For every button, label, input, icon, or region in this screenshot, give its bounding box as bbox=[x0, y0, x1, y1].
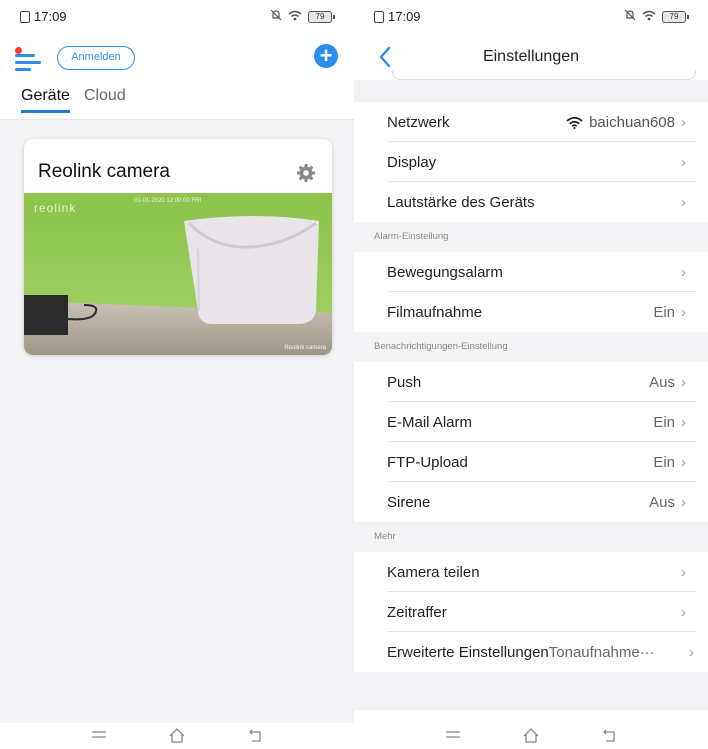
status-bar: 17:09 79 bbox=[354, 0, 708, 36]
chevron-right-icon: › bbox=[681, 263, 686, 281]
setting-value-text: Ein bbox=[653, 413, 675, 431]
setting-timelapse[interactable]: Zeitraffer › bbox=[354, 592, 708, 632]
setting-label: Sirene bbox=[387, 493, 431, 511]
nav-menu-icon[interactable] bbox=[444, 727, 462, 743]
setting-value: baichuan608 › bbox=[566, 114, 686, 131]
setting-display[interactable]: Display › bbox=[354, 142, 708, 182]
nav-back-icon[interactable] bbox=[246, 727, 264, 743]
setting-value-text: Ein bbox=[653, 303, 675, 321]
setting-email-alarm[interactable]: E-Mail Alarm Ein › bbox=[354, 402, 708, 442]
nav-menu-icon[interactable] bbox=[90, 727, 108, 743]
setting-value-text: Tonaufnahme··· bbox=[548, 643, 655, 661]
setting-advanced[interactable]: Erweiterte EinstellungenTonaufnahme··· › bbox=[354, 632, 708, 672]
camera-name: Reolink camera bbox=[38, 161, 170, 182]
setting-value: Aus › bbox=[649, 374, 686, 391]
devices-screen: 17:09 79 Anmelden + Geräte Cloud Reolink… bbox=[0, 0, 354, 749]
camera-card[interactable]: Reolink camera reolink 01-01-2020 12:00:… bbox=[24, 139, 332, 355]
setting-value-text: Aus bbox=[649, 373, 675, 391]
setting-label: Erweiterte Einstellungen bbox=[387, 643, 549, 661]
setting-ftp-upload[interactable]: FTP-Upload Ein › bbox=[354, 442, 708, 482]
scrolled-card-edge bbox=[392, 70, 696, 80]
tab-bar: Geräte Cloud bbox=[21, 87, 126, 113]
setting-share-camera[interactable]: Kamera teilen › bbox=[354, 552, 708, 592]
page-title: Einstellungen bbox=[482, 48, 580, 65]
setting-label: Display bbox=[387, 153, 437, 171]
setting-label: Kamera teilen bbox=[387, 563, 480, 581]
setting-value-text: Ein bbox=[653, 453, 675, 471]
network-name: baichuan608 bbox=[589, 113, 675, 131]
chevron-right-icon: › bbox=[681, 603, 686, 621]
chevron-right-icon: › bbox=[681, 493, 686, 511]
overlay-logo: reolink bbox=[34, 201, 77, 215]
setting-label: E-Mail Alarm bbox=[387, 413, 473, 431]
setting-motion-alarm[interactable]: Bewegungsalarm › bbox=[354, 252, 708, 292]
camera-preview[interactable]: reolink 01-01-2020 12:00:00 FRI Reolink … bbox=[24, 193, 332, 355]
status-time: 17:09 bbox=[20, 9, 67, 24]
notification-dot bbox=[15, 47, 22, 54]
setting-value: Ein › bbox=[653, 304, 686, 321]
section-alarm: Alarm-Einstellung bbox=[354, 222, 708, 252]
mute-icon bbox=[624, 9, 636, 24]
wifi-icon bbox=[566, 116, 583, 129]
setting-label: Zeitraffer bbox=[387, 603, 447, 621]
chevron-right-icon: › bbox=[681, 563, 686, 581]
overlay-camera-name: Reolink camera bbox=[284, 345, 326, 351]
chevron-right-icon: › bbox=[681, 153, 686, 171]
overlay-timestamp: 01-01-2020 12:00:00 FRI bbox=[134, 198, 202, 204]
tab-cloud[interactable]: Cloud bbox=[84, 87, 126, 113]
wifi-status-icon bbox=[288, 10, 302, 24]
gear-icon[interactable] bbox=[296, 163, 316, 183]
login-button[interactable]: Anmelden bbox=[57, 46, 135, 70]
setting-label: Filmaufnahme bbox=[387, 303, 483, 321]
battery-icon: 79 bbox=[662, 10, 689, 23]
chevron-right-icon: › bbox=[681, 113, 686, 131]
status-icons: 79 bbox=[270, 9, 335, 24]
setting-label: Lautstärke des Geräts bbox=[387, 193, 535, 211]
nav-home-icon[interactable] bbox=[522, 727, 540, 743]
setting-network[interactable]: Netzwerk baichuan608 › bbox=[354, 102, 708, 142]
status-icons: 79 bbox=[624, 9, 689, 24]
app-header: Anmelden + Geräte Cloud bbox=[0, 36, 354, 120]
status-time: 17:09 bbox=[374, 9, 421, 24]
setting-label: Bewegungsalarm bbox=[387, 263, 503, 281]
setting-siren[interactable]: Sirene Aus › bbox=[354, 482, 708, 522]
battery-icon: 79 bbox=[308, 10, 335, 23]
chevron-right-icon: › bbox=[681, 453, 686, 471]
section-more: Mehr bbox=[354, 522, 708, 552]
chevron-right-icon: › bbox=[681, 413, 686, 431]
wifi-status-icon bbox=[642, 10, 656, 24]
chevron-right-icon: › bbox=[681, 193, 686, 211]
status-bar: 17:09 79 bbox=[0, 0, 354, 36]
mute-icon bbox=[270, 9, 282, 24]
section-spacer bbox=[354, 672, 708, 710]
system-nav-bar bbox=[0, 723, 354, 749]
section-spacer bbox=[354, 80, 708, 102]
setting-value: Ein › bbox=[653, 454, 686, 471]
setting-value: Ein › bbox=[653, 414, 686, 431]
setting-volume[interactable]: Lautstärke des Geräts › bbox=[354, 182, 708, 222]
chevron-right-icon: › bbox=[681, 373, 686, 391]
setting-label: FTP-Upload bbox=[387, 453, 468, 471]
sim-icon bbox=[20, 10, 30, 23]
system-nav-bar bbox=[354, 723, 708, 749]
section-notifications: Benachrichtigungen-Einstellung bbox=[354, 332, 708, 362]
add-icon[interactable]: + bbox=[314, 44, 338, 68]
setting-label: Push bbox=[387, 373, 422, 391]
setting-label: Netzwerk bbox=[387, 113, 450, 131]
settings-list: Netzwerk baichuan608 › Display › Lautstä… bbox=[354, 80, 708, 749]
tab-devices[interactable]: Geräte bbox=[21, 87, 70, 113]
sim-icon bbox=[374, 10, 384, 23]
setting-value-text: Aus bbox=[649, 493, 675, 511]
setting-label-group: Erweiterte EinstellungenTonaufnahme··· bbox=[387, 644, 655, 661]
camera-preview-image bbox=[24, 193, 332, 355]
menu-icon[interactable] bbox=[15, 47, 41, 71]
setting-push[interactable]: Push Aus › bbox=[354, 362, 708, 402]
chevron-right-icon: › bbox=[689, 643, 694, 661]
chevron-right-icon: › bbox=[681, 303, 686, 321]
setting-value: Aus › bbox=[649, 494, 686, 511]
setting-recording[interactable]: Filmaufnahme Ein › bbox=[354, 292, 708, 332]
nav-home-icon[interactable] bbox=[168, 727, 186, 743]
settings-screen: 17:09 79 Einstellungen Netzwerk baichuan… bbox=[354, 0, 708, 749]
nav-back-icon[interactable] bbox=[600, 727, 618, 743]
